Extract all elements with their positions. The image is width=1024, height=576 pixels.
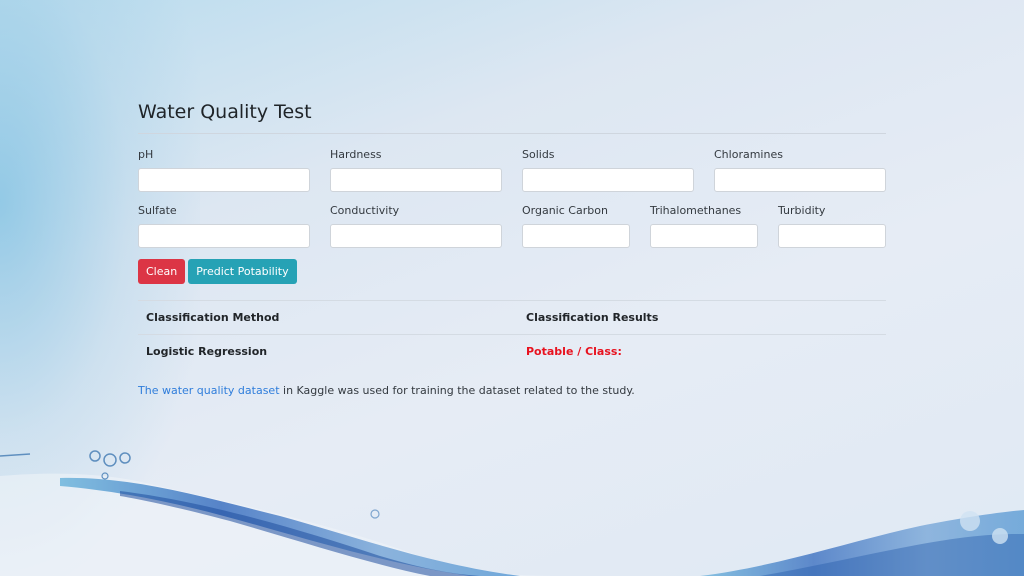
- predict-potability-button[interactable]: Predict Potability: [188, 259, 297, 284]
- trihalomethanes-field-group: Trihalomethanes: [650, 204, 758, 248]
- trihalomethanes-input[interactable]: [650, 224, 758, 248]
- solids-input[interactable]: [522, 168, 694, 192]
- hardness-input[interactable]: [330, 168, 502, 192]
- organic-carbon-input[interactable]: [522, 224, 630, 248]
- table-row: Logistic Regression Potable / Class:: [138, 335, 886, 368]
- turbidity-field-group: Turbidity: [778, 204, 886, 248]
- method-cell: Logistic Regression: [146, 345, 268, 358]
- water-splash-background: [0, 450, 1024, 576]
- ph-label: pH: [138, 148, 154, 161]
- main-container: Water Quality Test pH Hardness Solids Ch…: [138, 100, 886, 397]
- sulfate-label: Sulfate: [138, 204, 177, 217]
- table-header-row: Classification Method Classification Res…: [138, 301, 886, 335]
- result-cell: Potable / Class:: [526, 345, 622, 358]
- solids-label: Solids: [522, 148, 555, 161]
- header-classification-results: Classification Results: [526, 311, 659, 324]
- trihalomethanes-label: Trihalomethanes: [650, 204, 742, 217]
- dataset-link[interactable]: The water quality dataset: [138, 384, 280, 397]
- chloramines-input[interactable]: [714, 168, 886, 192]
- chloramines-field-group: Chloramines: [714, 148, 886, 192]
- ph-field-group: pH: [138, 148, 310, 192]
- organic-carbon-field-group: Organic Carbon: [522, 204, 630, 248]
- results-table: Classification Method Classification Res…: [138, 300, 886, 368]
- title-divider: [138, 133, 886, 134]
- turbidity-label: Turbidity: [778, 204, 826, 217]
- organic-carbon-label: Organic Carbon: [522, 204, 608, 217]
- solids-field-group: Solids: [522, 148, 694, 192]
- sulfate-input[interactable]: [138, 224, 310, 248]
- ph-input[interactable]: [138, 168, 310, 192]
- conductivity-input[interactable]: [330, 224, 502, 248]
- hardness-field-group: Hardness: [330, 148, 502, 192]
- hardness-label: Hardness: [330, 148, 382, 161]
- page-title: Water Quality Test: [138, 101, 312, 123]
- form-actions: Clean Predict Potability: [138, 259, 886, 284]
- sulfate-field-group: Sulfate: [138, 204, 310, 248]
- conductivity-label: Conductivity: [330, 204, 400, 217]
- form-row-2: Sulfate Conductivity Organic Carbon Trih…: [138, 204, 886, 248]
- conductivity-field-group: Conductivity: [330, 204, 502, 248]
- form-row-1: pH Hardness Solids Chloramines: [138, 148, 886, 192]
- chloramines-label: Chloramines: [714, 148, 783, 161]
- dataset-note-text: in Kaggle was used for training the data…: [279, 384, 635, 397]
- turbidity-input[interactable]: [778, 224, 886, 248]
- dataset-note: The water quality dataset in Kaggle was …: [138, 384, 886, 397]
- clean-button[interactable]: Clean: [138, 259, 186, 284]
- header-classification-method: Classification Method: [146, 311, 280, 324]
